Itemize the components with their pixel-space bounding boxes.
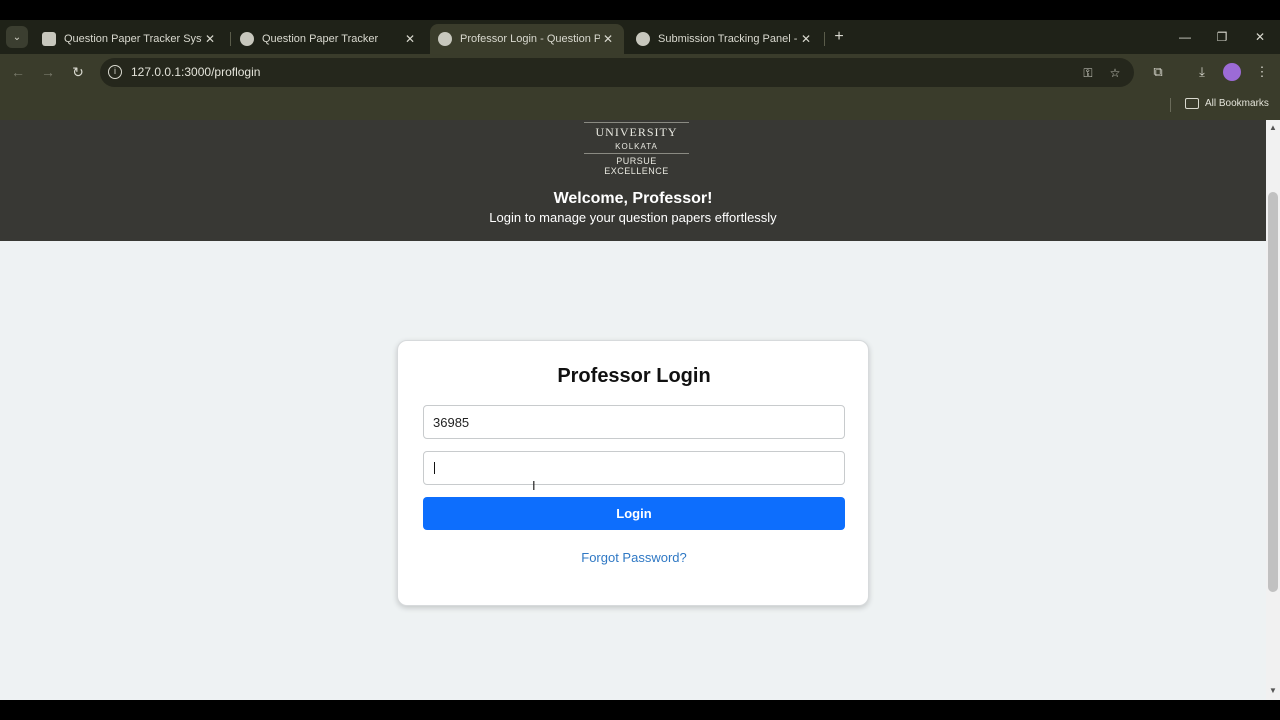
- tab-title: Professor Login - Question Paper Tracker: [460, 33, 600, 45]
- all-bookmarks-button[interactable]: All Bookmarks: [1205, 98, 1269, 109]
- tab-question-paper-tracker[interactable]: Question Paper Tracker ✕: [232, 24, 426, 54]
- restore-button[interactable]: ❐: [1207, 26, 1237, 48]
- globe-icon: [636, 32, 650, 46]
- info-icon[interactable]: i: [108, 65, 122, 79]
- tab-submission-tracking-panel[interactable]: Submission Tracking Panel - Question Pap…: [628, 24, 822, 54]
- password-input[interactable]: [423, 451, 845, 485]
- text-caret: [434, 462, 435, 474]
- logo-line-1: UNIVERSITY: [595, 125, 678, 139]
- tab-search-button[interactable]: ⌄: [6, 26, 28, 48]
- arrow-right-icon: →: [41, 64, 55, 80]
- login-button[interactable]: Login: [423, 497, 845, 530]
- tab-strip: ⌄ Question Paper Tracker System ✕ Questi…: [0, 20, 1280, 54]
- username-input[interactable]: [423, 405, 845, 439]
- globe-icon: [240, 32, 254, 46]
- restore-icon: ❐: [1216, 30, 1228, 44]
- download-icon[interactable]: ⤓: [1192, 62, 1212, 82]
- tab-divider: [824, 32, 825, 46]
- browser-window: ⌄ Question Paper Tracker System ✕ Questi…: [0, 0, 1280, 720]
- tab-divider: [230, 32, 231, 46]
- scroll-up-icon[interactable]: ▲: [1269, 123, 1277, 132]
- logo-rule: [584, 122, 689, 123]
- puzzle-icon[interactable]: ⧉: [1148, 62, 1168, 82]
- folder-icon[interactable]: [1185, 98, 1199, 109]
- close-icon[interactable]: ✕: [202, 32, 218, 46]
- close-icon[interactable]: ✕: [402, 32, 418, 46]
- ibeam-cursor-icon: I: [532, 478, 536, 493]
- logo-rule: [584, 153, 689, 154]
- forgot-password-link[interactable]: Forgot Password?: [398, 550, 870, 565]
- site-favicon-icon: [42, 32, 56, 46]
- arrow-left-icon: ←: [11, 64, 25, 80]
- globe-icon: [438, 32, 452, 46]
- logo-line-2: KOLKATA: [615, 142, 658, 151]
- star-icon[interactable]: ☆: [1106, 64, 1124, 82]
- close-icon[interactable]: ✕: [798, 32, 814, 46]
- scroll-down-icon[interactable]: ▼: [1269, 686, 1277, 695]
- minimize-icon: —: [1179, 30, 1191, 44]
- new-tab-button[interactable]: +: [830, 26, 848, 48]
- plus-icon: +: [834, 28, 844, 45]
- welcome-subtitle: Login to manage your question papers eff…: [489, 210, 777, 225]
- login-card: Professor Login Login Forgot Password?: [397, 340, 869, 606]
- bookmarks-bar: All Bookmarks: [0, 90, 1280, 120]
- kebab-menu-icon[interactable]: ⋮: [1252, 62, 1272, 82]
- welcome-heading: Welcome, Professor!: [553, 190, 713, 207]
- tab-question-paper-tracker-system[interactable]: Question Paper Tracker System ✕: [34, 24, 226, 54]
- tab-professor-login[interactable]: Professor Login - Question Paper Tracker…: [430, 24, 624, 54]
- close-icon: ✕: [1254, 30, 1266, 44]
- close-icon[interactable]: ✕: [600, 32, 616, 46]
- address-bar[interactable]: i 127.0.0.1:3000/proflogin ⚿ ☆: [100, 58, 1134, 87]
- tab-title: Submission Tracking Panel - Question Pap…: [658, 33, 798, 45]
- scroll-thumb[interactable]: [1268, 192, 1278, 592]
- key-icon[interactable]: ⚿: [1079, 64, 1097, 82]
- page-scrollbar[interactable]: ▲ ▼: [1266, 120, 1280, 700]
- page-content: UNIVERSITY KOLKATA PURSUE EXCELLENCE Wel…: [0, 120, 1266, 700]
- tab-title: Question Paper Tracker System: [64, 33, 202, 45]
- reload-button[interactable]: ↻: [68, 62, 88, 82]
- window-close-button[interactable]: ✕: [1245, 26, 1275, 48]
- login-title: Professor Login: [557, 365, 711, 387]
- logo-line-3: PURSUE EXCELLENCE: [604, 156, 669, 176]
- back-button[interactable]: ←: [8, 62, 28, 82]
- bookmarks-divider: [1170, 98, 1171, 112]
- forward-button[interactable]: →: [38, 62, 58, 82]
- browser-toolbar: ← → ↻ i 127.0.0.1:3000/proflogin ⚿ ☆ ⧉ ⤓…: [0, 54, 1280, 90]
- site-header: UNIVERSITY KOLKATA PURSUE EXCELLENCE Wel…: [0, 120, 1266, 241]
- chevron-down-icon: ⌄: [12, 31, 22, 43]
- profile-avatar[interactable]: [1223, 63, 1241, 81]
- url-text[interactable]: 127.0.0.1:3000/proflogin: [131, 65, 260, 79]
- university-logo: UNIVERSITY KOLKATA PURSUE EXCELLENCE: [584, 122, 689, 176]
- reload-icon: ↻: [72, 64, 84, 80]
- tab-title: Question Paper Tracker: [262, 33, 379, 45]
- minimize-button[interactable]: —: [1170, 26, 1200, 48]
